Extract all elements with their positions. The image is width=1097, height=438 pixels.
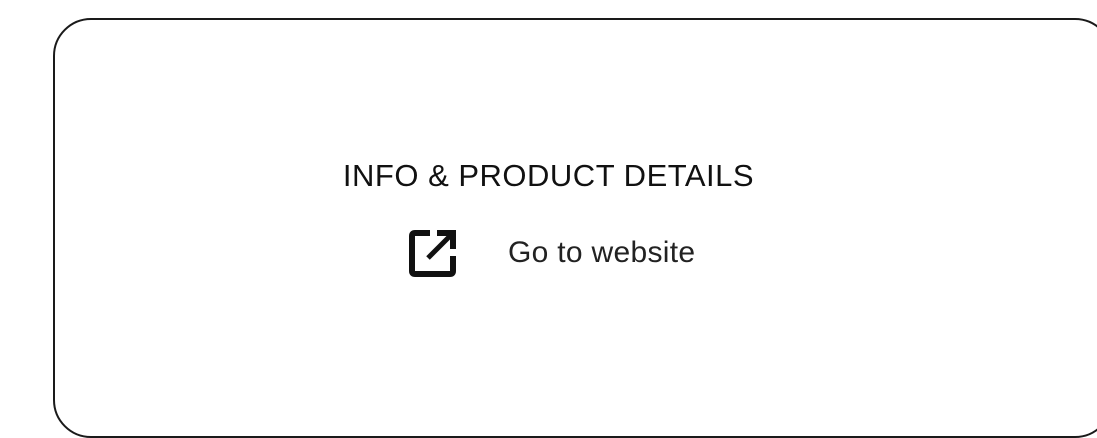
- go-to-website-label: Go to website: [508, 236, 696, 269]
- card-title: INFO & PRODUCT DETAILS: [342, 158, 755, 193]
- go-to-website-link[interactable]: Go to website: [404, 224, 695, 282]
- external-link-icon: [404, 223, 464, 283]
